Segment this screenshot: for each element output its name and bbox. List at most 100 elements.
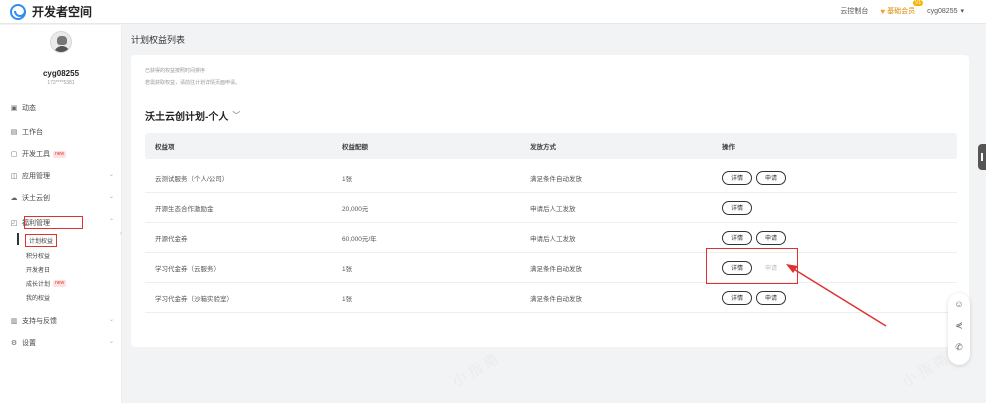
vip-heart-icon: ♥: [880, 6, 886, 16]
console-link[interactable]: 云控制台: [840, 6, 868, 16]
caret-down-icon: ▾: [960, 8, 964, 15]
sidebar-subitem-devday[interactable]: 开发者日: [26, 265, 50, 274]
benefit-name: 开源代金券: [155, 235, 188, 243]
benefit-name: 云测试服务（个人/公司）: [155, 175, 229, 183]
chevron-down-icon: ⌄: [108, 172, 114, 178]
vip-badge[interactable]: ♥ 基础会员 V1: [880, 0, 924, 16]
smile-icon[interactable]: ☺: [948, 299, 970, 309]
plan-selector[interactable]: 沃土云创计划-个人 ﹀: [145, 108, 240, 123]
benefit-method: 申请后人工发放: [530, 205, 576, 213]
gear-icon: ⚙: [10, 340, 18, 347]
benefit-method: 满足条件自动发放: [530, 175, 582, 183]
sidebar-item-apps[interactable]: ◫ 应用管理 ⌄: [10, 169, 114, 183]
collapse-icon[interactable]: ‹: [120, 231, 122, 237]
chevron-down-icon: ⌄: [108, 194, 114, 200]
sidebar-subitem-growth[interactable]: 成长计划 new: [26, 279, 67, 288]
sidebar: cyg08255 173****5381 ▣ 动态 ▤ 工作台 ▢ 开发工具 n…: [0, 25, 122, 403]
brand-logo-icon: [10, 3, 26, 20]
column-header: 权益配额: [342, 144, 368, 151]
dynamic-icon: ▣: [10, 105, 18, 112]
benefit-method: 满足条件自动发放: [530, 295, 582, 303]
plan-title: 沃土云创计划-个人: [145, 112, 229, 123]
annotation-arrow: [786, 264, 887, 327]
benefit-quota: 1张: [342, 295, 353, 303]
gift-icon: ◰: [10, 220, 18, 227]
detail-button[interactable]: 详情: [722, 200, 753, 215]
notice-line-1: 已获得的权益按照时间排序: [145, 68, 206, 74]
user-dropdown-name: cyg08255: [927, 7, 958, 15]
benefit-name: 学习代金券（沙箱实验室）: [155, 295, 233, 303]
sidebar-item-label: 沃土云创: [22, 195, 50, 202]
vip-label: 基础会员: [887, 8, 916, 15]
sidebar-subitem-my-benefits[interactable]: 我的权益: [26, 293, 50, 302]
subitem-label: 积分权益: [26, 254, 51, 260]
benefit-quota: 60,000元/年: [342, 235, 377, 243]
brand[interactable]: 开发者空间: [10, 3, 92, 20]
subitem-label: 成长计划: [26, 282, 51, 288]
row-actions: 详情 申请: [722, 163, 790, 192]
feedback-icon: ▥: [10, 318, 18, 325]
notice-line-2: 若需获取权益，请前往计划详情页面申请。: [145, 80, 241, 86]
sidebar-item-feedback[interactable]: ▥ 支持与反馈 ⌄: [10, 314, 114, 328]
apply-button[interactable]: 申请: [756, 230, 787, 245]
column-header: 操作: [722, 144, 735, 151]
sidebar-item-dynamic[interactable]: ▣ 动态: [10, 101, 114, 115]
sidebar-item-label: 应用管理: [22, 173, 50, 180]
sidebar-item-label: 支持与反馈: [22, 318, 57, 325]
side-tab-handle[interactable]: [978, 144, 986, 170]
chevron-up-icon: ⌃: [108, 219, 114, 225]
top-bar: 开发者空间 云控制台 ♥ 基础会员 V1 cyg08255 ▾: [0, 0, 986, 24]
watermark: 小 指 南: [899, 350, 951, 390]
subitem-label: 开发者日: [26, 268, 51, 274]
floating-toolbar: ☺ ⋞ ✆: [948, 293, 970, 365]
brand-name: 开发者空间: [32, 5, 93, 19]
column-header: 发放方式: [530, 144, 556, 151]
row-actions: 详情: [722, 193, 756, 222]
sidebar-username: cyg08255: [42, 69, 80, 78]
active-marker: [17, 233, 19, 245]
user-dropdown[interactable]: cyg08255 ▾: [927, 7, 964, 16]
sidebar-phone: 173****5381: [47, 80, 75, 86]
benefit-quota: 1张: [342, 175, 353, 183]
top-right-tools: 云控制台 ♥ 基础会员 V1 cyg08255 ▾: [840, 0, 964, 16]
table-row: 开源代金券 60,000元/年 申请后人工发放 详情 申请: [145, 223, 957, 253]
phone-icon[interactable]: ✆: [948, 342, 970, 353]
app-icon: ◫: [10, 173, 18, 180]
sidebar-item-label: 设置: [22, 340, 36, 347]
sidebar-item-label: 工作台: [22, 129, 43, 136]
chevron-down-icon: ﹀: [232, 111, 241, 120]
sidebar-subitem-plan-benefits[interactable]: 计划权益: [25, 234, 58, 247]
detail-button[interactable]: 详情: [722, 170, 753, 185]
subitem-label: 我的权益: [26, 296, 51, 302]
tool-icon: ▢: [10, 151, 18, 158]
chevron-down-icon: ⌄: [108, 317, 114, 323]
avatar-body: [54, 46, 70, 52]
table-header: 权益项 权益配额 发放方式 操作: [145, 133, 957, 159]
avatar-face: [57, 36, 67, 45]
chevron-down-icon: ⌄: [108, 339, 114, 345]
new-badge: new: [53, 280, 67, 287]
benefit-name: 开源生态合作激励金: [155, 205, 214, 213]
avatar[interactable]: [50, 31, 72, 53]
sidebar-subitem-points[interactable]: 积分权益: [26, 251, 50, 260]
benefit-method: 申请后人工发放: [530, 235, 576, 243]
new-badge: new: [53, 150, 67, 158]
sidebar-item-label: 开发工具: [22, 151, 50, 158]
table-row: 云测试服务（个人/公司） 1张 满足条件自动发放 详情 申请: [145, 163, 957, 193]
sidebar-item-settings[interactable]: ⚙ 设置 ⌄: [10, 336, 114, 350]
watermark: 小 指 南: [449, 350, 501, 390]
detail-button[interactable]: 详情: [722, 230, 753, 245]
sidebar-item-label: 动态: [22, 105, 36, 112]
apply-button[interactable]: 申请: [756, 170, 787, 185]
benefit-quota: 1张: [342, 265, 353, 273]
benefit-name: 学习代金券（云服务）: [155, 265, 220, 273]
benefit-quota: 20,000元: [342, 205, 369, 213]
sidebar-item-cloud[interactable]: ☁ 沃土云创 ⌄: [10, 191, 115, 205]
sidebar-item-devtools[interactable]: ▢ 开发工具 new: [10, 147, 114, 161]
welfare-highlight-box: [24, 216, 83, 229]
detail-button[interactable]: 详情: [722, 290, 753, 305]
sidebar-item-workbench[interactable]: ▤ 工作台: [10, 125, 114, 139]
cloud-icon: ☁: [10, 195, 18, 202]
page-title: 计划权益列表: [131, 35, 186, 45]
share-icon[interactable]: ⋞: [948, 320, 970, 331]
